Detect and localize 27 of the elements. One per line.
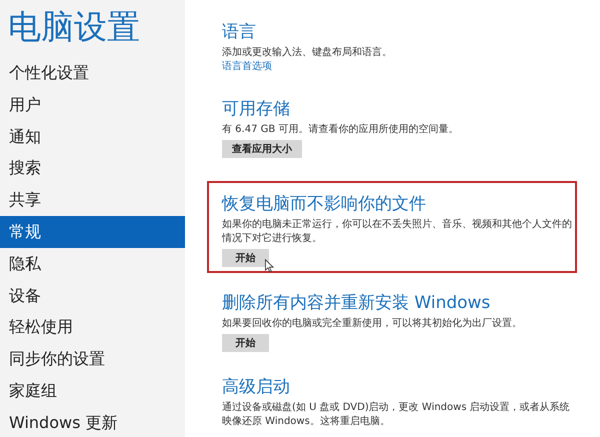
section-description: 有 6.47 GB 可用。请查看你的应用所使用的空间量。 <box>222 123 460 137</box>
sidebar-item[interactable]: 隐私 <box>0 248 185 280</box>
section-heading: 高级启动 <box>222 376 290 399</box>
action-button[interactable]: 开始 <box>222 249 269 267</box>
sidebar-item[interactable]: 通知 <box>0 120 185 152</box>
sidebar-item[interactable]: Windows 更新 <box>0 406 185 437</box>
sidebar-item[interactable]: 常规 <box>0 216 185 248</box>
page-title: 电脑设置 <box>7 6 141 48</box>
section-description: 如果要回收你的电脑或完全重新使用，可以将其初始化为出厂设置。 <box>222 317 523 331</box>
sidebar-item[interactable]: 个性化设置 <box>0 57 185 89</box>
sidebar-item[interactable]: 同步你的设置 <box>0 343 185 375</box>
section-description: 如果你的电脑未正常运行，你可以在不丢失照片、音乐、视频和其他个人文件的情况下对它进行恢复。 <box>222 218 572 246</box>
sidebar-item[interactable]: 家庭组 <box>0 374 185 407</box>
action-button[interactable]: 查看应用大小 <box>222 140 302 158</box>
section-heading: 语言 <box>222 21 256 44</box>
sidebar-item[interactable]: 轻松使用 <box>0 311 185 344</box>
section-heading: 可用存储 <box>222 98 290 121</box>
sidebar-item[interactable]: 共享 <box>0 184 185 216</box>
section-description: 通过设备或磁盘(如 U 盘或 DVD)启动，更改 Windows 启动设置，或者从系统映像还原 Windows。这将重启电脑。 <box>222 401 571 429</box>
sidebar-item[interactable]: 搜索 <box>0 152 185 184</box>
section-description: 添加或更改输入法、键盘布局和语言。 <box>222 46 393 60</box>
sidebar-item[interactable]: 用户 <box>0 88 185 121</box>
settings-link[interactable]: 语言首选项 <box>222 60 272 74</box>
action-button[interactable]: 开始 <box>222 334 269 352</box>
section-heading: 删除所有内容并重新安装 Windows <box>222 292 490 315</box>
sidebar-item[interactable]: 设备 <box>0 280 185 312</box>
section-heading: 恢复电脑而不影响你的文件 <box>222 193 426 216</box>
